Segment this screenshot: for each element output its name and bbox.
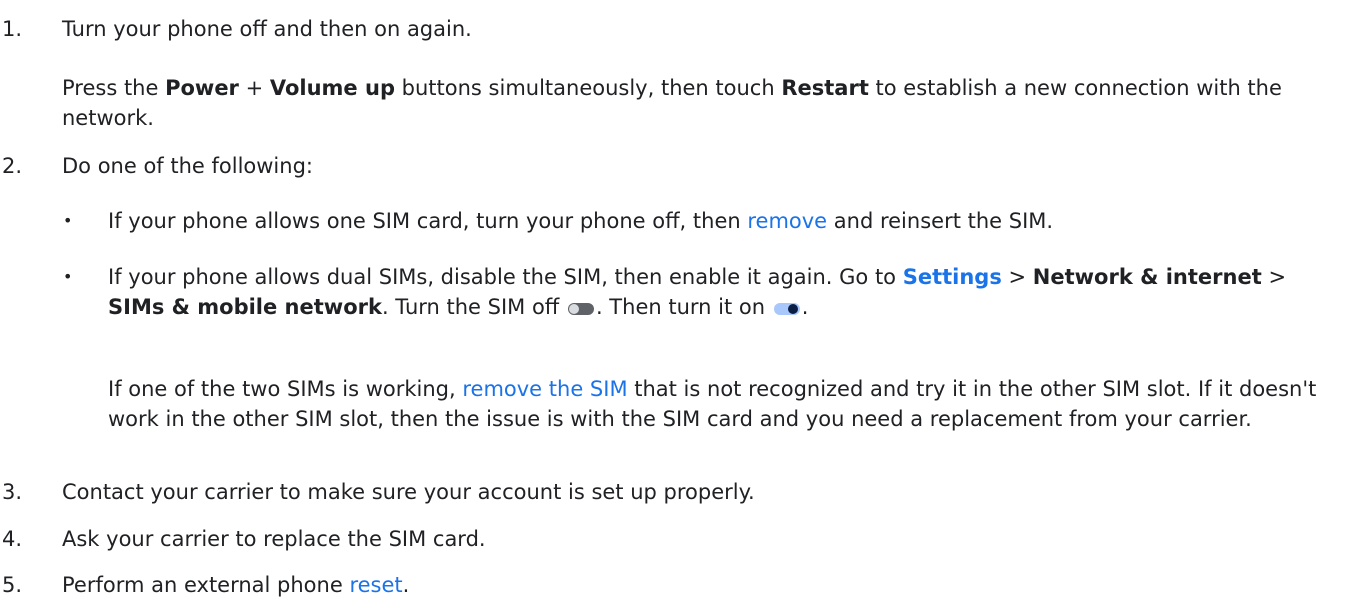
settings-link[interactable]: Settings [903, 265, 1002, 289]
toggle-off-icon [567, 303, 594, 315]
bullet-icon: • [63, 267, 73, 286]
step-text: Perform an external phone reset. [62, 573, 410, 597]
step-text: Do one of the following: [62, 154, 313, 178]
step-text: Contact your carrier to make sure your a… [62, 480, 755, 504]
bullet-icon: • [63, 211, 73, 230]
toggle-on-icon [773, 303, 800, 315]
network-internet-label: Network & internet [1032, 265, 1262, 289]
troubleshooting-steps: 1. Turn your phone off and then on again… [0, 0, 1357, 608]
reset-link[interactable]: reset [349, 573, 402, 597]
step-number: 1. [2, 17, 23, 41]
sims-mobile-network-label: SIMs & mobile network [108, 295, 382, 319]
volume-up-label: Volume up [269, 76, 395, 100]
power-button-label: Power [165, 76, 239, 100]
toggle-knob [568, 304, 579, 314]
step-number: 3. [2, 480, 23, 504]
remove-link[interactable]: remove [747, 209, 827, 233]
restart-label: Restart [781, 76, 869, 100]
step-number: 2. [2, 154, 23, 178]
step-detail-text: Press the Power + Volume up buttons simu… [62, 76, 1282, 130]
step-text: Ask your carrier to replace the SIM card… [62, 527, 486, 551]
step-number: 5. [2, 573, 23, 597]
remove-the-sim-link[interactable]: remove the SIM [462, 377, 627, 401]
bullet-text: If your phone allows dual SIMs, disable … [108, 265, 1287, 319]
bullet-text: If your phone allows one SIM card, turn … [108, 209, 1054, 233]
toggle-knob [787, 304, 798, 314]
note-text: If one of the two SIMs is working, remov… [108, 377, 1317, 431]
step-text: Turn your phone off and then on again. [62, 17, 472, 41]
step-number: 4. [2, 527, 23, 551]
